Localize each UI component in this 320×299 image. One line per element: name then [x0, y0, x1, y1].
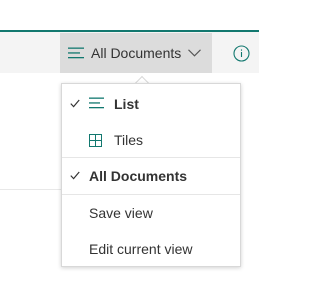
menu-item-all-documents[interactable]: All Documents	[62, 158, 240, 194]
menu-item-label: Tiles	[114, 132, 144, 148]
info-button[interactable]	[232, 44, 250, 62]
view-selector-button[interactable]: All Documents	[60, 33, 212, 73]
checkmark-icon	[70, 99, 80, 108]
menu-item-label: List	[114, 96, 139, 112]
menu-item-edit-current-view[interactable]: Edit current view	[62, 231, 240, 267]
chevron-down-icon	[188, 49, 202, 57]
menu-item-label: Save view	[89, 205, 153, 221]
menu-item-label: All Documents	[89, 168, 188, 184]
page: All Documents List Tiles All Documents S…	[0, 0, 259, 299]
menu-item-label: Edit current view	[89, 241, 193, 257]
view-menu: List Tiles All Documents Save view Edit …	[61, 83, 241, 267]
menu-item-tiles[interactable]: Tiles	[62, 122, 240, 158]
list-lines-icon	[68, 47, 84, 59]
view-selector-label: All Documents	[91, 45, 182, 61]
checkmark-icon	[70, 171, 80, 180]
content-divider	[0, 189, 62, 190]
menu-item-save-view[interactable]: Save view	[62, 195, 240, 231]
list-lines-icon	[89, 97, 104, 109]
info-icon	[232, 44, 250, 62]
menu-item-list[interactable]: List	[62, 86, 240, 122]
tiles-grid-icon	[89, 134, 102, 147]
